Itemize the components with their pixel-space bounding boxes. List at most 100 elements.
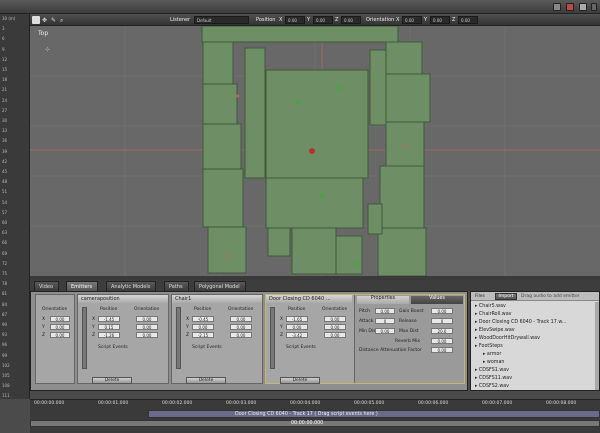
file-list-item[interactable]: ▸ woman bbox=[483, 360, 504, 365]
play-icon[interactable] bbox=[553, 3, 561, 11]
listener-ori-x[interactable]: 0.00 bbox=[402, 16, 422, 24]
ori-z-label: Z bbox=[42, 333, 46, 338]
ruler-tick-label: 81 bbox=[2, 291, 8, 297]
axis-gizmo-icon: ⊹ bbox=[45, 46, 51, 53]
position-label: Position bbox=[256, 17, 276, 23]
properties-tab[interactable]: Properties bbox=[357, 296, 409, 304]
ori-y-field[interactable]: 0.00 bbox=[324, 324, 346, 330]
listener-label: Listener bbox=[170, 17, 191, 23]
pos-y-field[interactable]: 0.15 bbox=[98, 324, 120, 330]
listener-pos-z[interactable]: 0.00 bbox=[341, 16, 361, 24]
emitter-card-partial[interactable]: Orientation X 0.00 Y 0.00 Z 0.00 bbox=[35, 294, 75, 384]
gain-slider[interactable] bbox=[270, 307, 275, 369]
emitters-panel: Orientation X 0.00 Y 0.00 Z 0.00 camerap… bbox=[30, 291, 468, 391]
ori-z-field[interactable]: 0.00 bbox=[230, 332, 252, 338]
pitch-field[interactable]: 0.00 bbox=[375, 308, 395, 314]
gain-boost-field[interactable]: 0.00 bbox=[431, 308, 453, 314]
pause-icon[interactable] bbox=[579, 3, 587, 11]
top-view-viewport[interactable]: Top ⊹ bbox=[30, 26, 600, 276]
bottom-tab-bar: Video Emitters Analytic Models Paths Pol… bbox=[30, 280, 600, 291]
emitter-card-chair1[interactable]: Chair1 Position Orientation X -0.45 0.00… bbox=[171, 294, 263, 384]
pos-z-field[interactable]: -3.42 bbox=[286, 332, 308, 338]
file-list-item[interactable]: ▸ ElevSwipe.wav bbox=[475, 328, 515, 333]
ori-y-field[interactable]: 0.00 bbox=[136, 324, 158, 330]
reverb-mix-field[interactable]: 0.00 bbox=[431, 338, 453, 344]
tab-video-label: Video bbox=[39, 284, 54, 290]
ruler-tick-label: 69 bbox=[2, 250, 8, 256]
values-tab[interactable]: Values bbox=[411, 296, 463, 304]
file-list-item[interactable]: ▸ WoodDoorHitDrywall.wav bbox=[475, 336, 540, 341]
vertical-ruler: 30 (m) 3 6 9 12 15 18 21 24 27 30 33 36 39 42 45 48 51 54 5… bbox=[0, 14, 30, 399]
listener-pos-y[interactable]: 0.00 bbox=[313, 16, 333, 24]
delete-button[interactable]: Delete bbox=[186, 377, 226, 384]
timeline-time-label: 00:00:08.000 bbox=[546, 401, 577, 406]
ori-x-field[interactable]: 0.00 bbox=[50, 316, 70, 322]
y-label: Y bbox=[186, 325, 189, 330]
files-scrollbar[interactable] bbox=[595, 302, 599, 390]
pencil-icon[interactable]: ✎ bbox=[51, 17, 56, 24]
emitter-card-door-closing[interactable]: Door Closing CD 6040 ... Position Orient… bbox=[265, 294, 465, 384]
file-list-item[interactable]: ▸ CDSFS11.wav bbox=[475, 376, 512, 381]
ruler-tick-label: 18 bbox=[2, 77, 8, 83]
tab-polygonal-model[interactable]: Polygonal Model bbox=[194, 281, 246, 291]
ori-z-field[interactable]: 0.00 bbox=[324, 332, 346, 338]
gain-slider[interactable] bbox=[176, 307, 181, 369]
min-dist-field[interactable]: 0.00 bbox=[375, 328, 395, 334]
timeline-scrollbar[interactable]: 00:00:00.000 bbox=[30, 420, 600, 427]
file-list-item[interactable]: ▸ ChairRoll.wav bbox=[475, 312, 512, 317]
pos-z-field[interactable]: -2.15 bbox=[192, 332, 214, 338]
ori-z-field[interactable]: 0.00 bbox=[50, 332, 70, 338]
delete-button[interactable]: Delete bbox=[92, 377, 132, 384]
audio-track[interactable]: Door Closing CD 6040 - Track 17 ( Drag s… bbox=[148, 410, 600, 418]
ori-z-field[interactable]: 0.00 bbox=[136, 332, 158, 338]
ori-y-field[interactable]: 0.00 bbox=[230, 324, 252, 330]
ruler-tick-label: 84 bbox=[2, 301, 8, 307]
listener-ori-y[interactable]: 0.00 bbox=[430, 16, 450, 24]
select-tool-icon[interactable] bbox=[32, 16, 40, 24]
max-dist-field[interactable]: 20.0 bbox=[431, 328, 453, 334]
gain-slider[interactable] bbox=[82, 307, 87, 369]
ruler-tick-label: 21 bbox=[2, 87, 8, 93]
listener-pos-x[interactable]: 0.00 bbox=[285, 16, 305, 24]
pos-x-field[interactable]: -1.45 bbox=[98, 316, 120, 322]
file-list-item[interactable]: ▸ CDSFS2.wav bbox=[475, 384, 509, 389]
record-icon[interactable] bbox=[566, 3, 574, 11]
tab-emitters[interactable]: Emitters bbox=[66, 281, 99, 291]
file-list-item[interactable]: ▸ CDSFS1.wav bbox=[475, 368, 509, 373]
ori-y-field[interactable]: 0.00 bbox=[50, 324, 70, 330]
distance-attenuation-field[interactable]: 0.00 bbox=[431, 347, 453, 353]
move-icon[interactable]: ✥ bbox=[42, 17, 47, 24]
emitter-card-cameraposition[interactable]: cameraposition Position Orientation X -1… bbox=[77, 294, 169, 384]
pos-z-field[interactable]: -1.26 bbox=[98, 332, 120, 338]
import-button[interactable]: Import bbox=[495, 293, 517, 300]
listener-select[interactable]: Default bbox=[194, 16, 249, 24]
ori-x-field[interactable]: 0.00 bbox=[324, 316, 346, 322]
ruler-tick-label: 30 bbox=[2, 118, 8, 123]
ori-y-label: Y bbox=[424, 17, 428, 23]
tab-paths[interactable]: Paths bbox=[164, 281, 189, 291]
pos-y-field[interactable]: 0.00 bbox=[286, 324, 308, 330]
release-field[interactable]: 0 bbox=[431, 318, 453, 324]
script-events-label: Script Events bbox=[286, 345, 316, 350]
z-label: Z bbox=[92, 333, 96, 338]
file-list-item[interactable]: ▸ armor bbox=[483, 352, 501, 357]
ori-x-label: X bbox=[396, 17, 400, 23]
top-bar bbox=[0, 0, 600, 14]
pos-x-field[interactable]: -0.45 bbox=[192, 316, 214, 322]
file-list-item[interactable]: ▸ FootSteps bbox=[475, 344, 503, 349]
file-list-item[interactable]: ▸ Chair5.wav bbox=[475, 304, 506, 309]
ori-x-field[interactable]: 0.00 bbox=[136, 316, 158, 322]
tab-analytic-models[interactable]: Analytic Models bbox=[106, 281, 157, 291]
pos-y-field[interactable]: 0.00 bbox=[192, 324, 214, 330]
tab-video[interactable]: Video bbox=[34, 281, 60, 291]
attack-field[interactable]: 0 bbox=[375, 318, 395, 324]
pos-x-field[interactable]: -1.65 bbox=[286, 316, 308, 322]
file-list-item[interactable]: ▸ Door Closing CD 6040 - Track 17.w... bbox=[475, 320, 566, 325]
zoom-icon[interactable]: ⌕ bbox=[60, 17, 63, 25]
listener-ori-z[interactable]: 0.00 bbox=[458, 16, 478, 24]
ruler-tick-label: 63 bbox=[2, 230, 8, 236]
ruler-tick-label: 30 (m) bbox=[2, 16, 16, 21]
delete-button[interactable]: Delete bbox=[280, 377, 320, 384]
ori-x-field[interactable]: 0.00 bbox=[230, 316, 252, 322]
stop-icon[interactable] bbox=[591, 3, 597, 11]
